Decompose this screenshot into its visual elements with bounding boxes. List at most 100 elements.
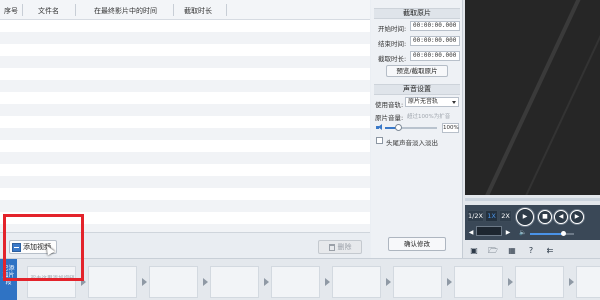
help-icon[interactable]: ?: [526, 246, 536, 255]
play-icon: ▶: [522, 213, 528, 220]
arrow-right-icon: [447, 278, 452, 286]
arrow-right-icon: [508, 278, 513, 286]
clip-timeline: 已添加片段 双击这里添加视频: [0, 258, 600, 300]
snapshot-icon[interactable]: ▣: [469, 246, 479, 255]
audio-track-value: 原片无音轨: [408, 98, 439, 105]
table-row[interactable]: [0, 104, 370, 116]
timeline-slot[interactable]: [210, 266, 259, 298]
volume-slider-thumb[interactable]: [395, 124, 402, 131]
table-row[interactable]: [0, 164, 370, 176]
volume-hint: 超过100%为扩音: [407, 114, 451, 120]
app-window: 序号 文件名 在最终影片中的时间 截取时长 添加视频 删除 截取原片 开始时间:…: [0, 0, 600, 300]
speaker-icon[interactable]: [376, 124, 383, 130]
volume-label: 原片音量:: [375, 114, 404, 122]
play-button[interactable]: ▶: [516, 208, 534, 226]
arrow-right-icon: [264, 278, 269, 286]
volume-value-input[interactable]: 100%: [442, 123, 459, 133]
fade-checkbox[interactable]: [376, 137, 383, 144]
timeline-tab[interactable]: 已添加片段: [0, 259, 17, 300]
timeline-slot[interactable]: [149, 266, 198, 298]
timeline-slot[interactable]: [332, 266, 381, 298]
arrow-right-icon: [142, 278, 147, 286]
column-separator: [75, 4, 76, 16]
fade-label: 头尾声音淡入淡出: [386, 139, 438, 147]
arrow-right-icon: [325, 278, 330, 286]
player-volume-slider[interactable]: [530, 231, 574, 236]
next-frame-button[interactable]: ▶: [570, 210, 584, 224]
column-header-filename[interactable]: 文件名: [38, 6, 59, 16]
table-row[interactable]: [0, 140, 370, 152]
add-video-icon: [12, 242, 21, 252]
table-row[interactable]: [0, 20, 370, 32]
open-folder-icon[interactable]: 🗁: [488, 246, 498, 255]
share-icon[interactable]: ⇇: [545, 246, 555, 255]
table-row[interactable]: [0, 152, 370, 164]
step-forward-icon[interactable]: ▶: [504, 229, 512, 237]
save-icon[interactable]: ▦: [507, 246, 517, 255]
table-row[interactable]: [0, 56, 370, 68]
table-row[interactable]: [0, 224, 370, 232]
timeline-slot[interactable]: 双击这里添加视频: [27, 266, 76, 298]
table-row[interactable]: [0, 32, 370, 44]
arrow-right-icon: [386, 278, 391, 286]
column-header-index[interactable]: 序号: [4, 6, 18, 16]
table-row[interactable]: [0, 92, 370, 104]
step-back-icon[interactable]: ◀: [467, 229, 475, 237]
table-row[interactable]: [0, 116, 370, 128]
end-time-label: 结束时间:: [378, 40, 407, 48]
timeline-slot[interactable]: [271, 266, 320, 298]
speed-half-button[interactable]: 1/2X: [467, 210, 484, 222]
playback-progress-bar[interactable]: [465, 198, 600, 201]
video-preview-screen[interactable]: [465, 0, 600, 195]
timeline-slot[interactable]: [454, 266, 503, 298]
volume-icon[interactable]: 🔈: [519, 229, 527, 237]
timeline-slot[interactable]: [576, 266, 600, 298]
duration-label: 截取时长:: [378, 55, 407, 63]
table-row[interactable]: [0, 176, 370, 188]
table-row[interactable]: [0, 68, 370, 80]
table-row[interactable]: [0, 44, 370, 56]
timeline-slot-hint: 双击这里添加视频: [30, 276, 75, 282]
track-label: 使用音轨:: [375, 101, 404, 109]
preview-clip-button[interactable]: 预览/截取原片: [386, 65, 448, 77]
timeline-slot[interactable]: [88, 266, 137, 298]
column-separator: [22, 4, 23, 16]
player-volume-fill: [530, 233, 563, 235]
start-time-input[interactable]: 00:00:00.000: [410, 21, 460, 31]
table-row[interactable]: [0, 212, 370, 224]
frame-slider[interactable]: [476, 226, 502, 236]
timeline-slot[interactable]: [393, 266, 442, 298]
delete-label: 删除: [337, 243, 352, 251]
rewind-icon: ◀: [558, 213, 564, 220]
stop-icon: ■: [542, 213, 548, 220]
timeline-tab-label: 已添加片段: [2, 265, 15, 286]
duration-input[interactable]: 00:00:00.000: [410, 51, 460, 61]
audio-section-title: 声音设置: [374, 84, 460, 95]
audio-track-select[interactable]: 原片无音轨: [405, 97, 459, 107]
column-separator: [226, 4, 227, 16]
table-row[interactable]: [0, 128, 370, 140]
table-row[interactable]: [0, 200, 370, 212]
player-volume-thumb[interactable]: [561, 231, 566, 236]
timeline-slot[interactable]: [515, 266, 564, 298]
volume-slider[interactable]: [385, 124, 437, 131]
end-time-input[interactable]: 00:00:00.000: [410, 36, 460, 46]
file-list-header: 序号 文件名 在最终影片中的时间 截取时长: [0, 0, 370, 20]
confirm-changes-button[interactable]: 确认修改: [388, 237, 446, 251]
speed-normal-button[interactable]: 1X: [485, 210, 498, 222]
previous-frame-button[interactable]: ◀: [554, 210, 568, 224]
chevron-down-icon: [452, 101, 456, 104]
file-list-body[interactable]: [0, 20, 370, 232]
column-separator: [173, 4, 174, 16]
file-list-panel: 序号 文件名 在最终影片中的时间 截取时长 添加视频 删除: [0, 0, 370, 258]
column-header-duration[interactable]: 截取时长: [184, 6, 212, 16]
delete-button[interactable]: 删除: [318, 240, 362, 254]
arrow-right-icon: [81, 278, 86, 286]
clip-section-title: 截取原片: [374, 8, 460, 19]
table-row[interactable]: [0, 188, 370, 200]
table-row[interactable]: [0, 80, 370, 92]
stop-button[interactable]: ■: [538, 210, 552, 224]
speed-double-button[interactable]: 2X: [499, 210, 512, 222]
column-header-final-time[interactable]: 在最终影片中的时间: [94, 6, 157, 16]
start-time-label: 开始时间:: [378, 25, 407, 33]
